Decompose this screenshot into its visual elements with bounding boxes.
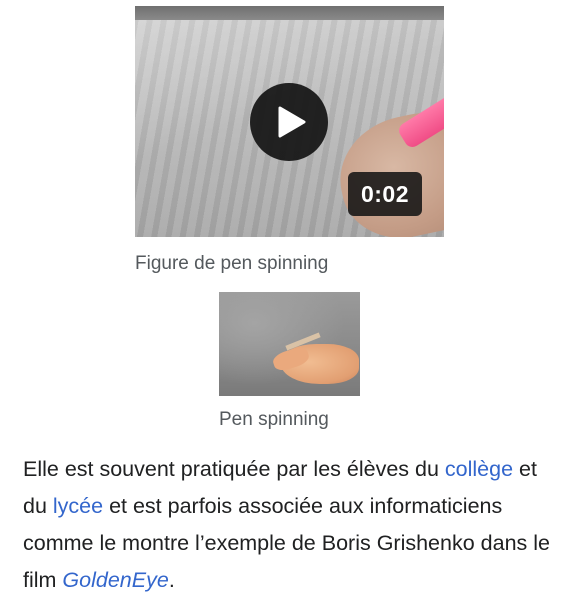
- paragraph-text-1: Elle est souvent pratiquée par les élève…: [23, 457, 445, 481]
- image-caption: Pen spinning: [219, 409, 329, 430]
- article-paragraph: Elle est souvent pratiquée par les élève…: [23, 451, 563, 599]
- link-college[interactable]: collège: [445, 457, 513, 481]
- link-lycee[interactable]: lycée: [53, 494, 103, 518]
- pen-spinning-video[interactable]: 0:02: [135, 6, 444, 237]
- link-goldeneye[interactable]: GoldenEye: [62, 568, 168, 592]
- video-frame-edge: [135, 6, 444, 20]
- play-button[interactable]: [250, 83, 328, 161]
- video-caption: Figure de pen spinning: [135, 253, 329, 274]
- play-icon: [272, 106, 306, 138]
- video-duration-badge: 0:02: [348, 172, 422, 216]
- paragraph-text-4: .: [168, 568, 175, 592]
- pen-spinning-image[interactable]: [219, 292, 360, 396]
